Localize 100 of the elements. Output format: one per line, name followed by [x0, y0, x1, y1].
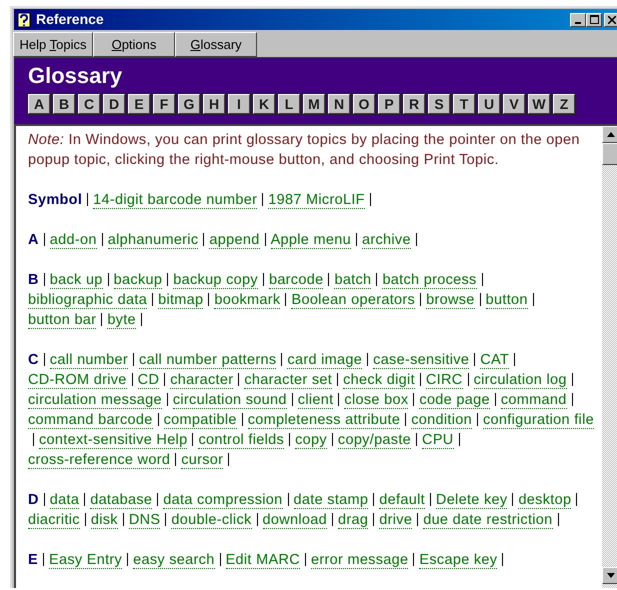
scroll-thumb[interactable]: [602, 143, 617, 165]
letter-button[interactable]: D: [103, 94, 125, 114]
letter-button[interactable]: C: [78, 94, 100, 114]
glossary-link[interactable]: due date restriction: [423, 512, 553, 529]
letter-button[interactable]: U: [478, 94, 500, 114]
glossary-link[interactable]: default: [379, 492, 425, 509]
glossary-link[interactable]: Delete key: [436, 492, 508, 509]
glossary-link[interactable]: data compression: [163, 492, 283, 509]
toolbar-button[interactable]: Help Topics: [13, 32, 93, 57]
glossary-link[interactable]: Easy Entry: [48, 552, 122, 569]
glossary-link[interactable]: compatible: [164, 412, 237, 429]
glossary-link[interactable]: close box: [344, 392, 408, 409]
glossary-link[interactable]: 14-digit barcode number: [93, 192, 258, 209]
letter-button[interactable]: E: [128, 94, 150, 114]
glossary-link[interactable]: error message: [311, 552, 408, 569]
glossary-link[interactable]: CD: [138, 372, 160, 389]
glossary-link[interactable]: CD-ROM drive: [28, 372, 127, 389]
glossary-link[interactable]: batch: [334, 272, 372, 289]
glossary-link[interactable]: cursor: [181, 452, 224, 469]
glossary-link[interactable]: context-sensitive Help: [39, 432, 188, 449]
glossary-link[interactable]: append: [209, 232, 260, 249]
letter-button[interactable]: W: [528, 94, 550, 114]
letter-button[interactable]: P: [378, 94, 400, 114]
letter-button[interactable]: T: [453, 94, 475, 114]
glossary-link[interactable]: client: [298, 392, 334, 409]
letter-button[interactable]: S: [428, 94, 450, 114]
letter-button[interactable]: V: [503, 94, 525, 114]
glossary-link[interactable]: drive: [379, 512, 412, 529]
close-button[interactable]: [604, 12, 617, 26]
glossary-link[interactable]: disk: [90, 512, 118, 529]
glossary-link[interactable]: back up: [50, 272, 103, 289]
scroll-up-button[interactable]: [602, 126, 617, 143]
glossary-link[interactable]: batch process: [382, 272, 477, 289]
glossary-link[interactable]: database: [90, 492, 152, 509]
toolbar-button[interactable]: Options: [93, 32, 175, 57]
glossary-link[interactable]: bibliographic data: [28, 292, 148, 309]
glossary-link[interactable]: bitmap: [158, 292, 204, 309]
glossary-link[interactable]: CAT: [480, 352, 510, 369]
glossary-link[interactable]: command: [500, 392, 567, 409]
toolbar-button[interactable]: Glossary: [175, 32, 257, 57]
glossary-link[interactable]: browse: [426, 292, 475, 309]
letter-button[interactable]: M: [303, 94, 325, 114]
glossary-link[interactable]: download: [262, 512, 328, 529]
letter-button[interactable]: O: [353, 94, 375, 114]
letter-button[interactable]: G: [178, 94, 200, 114]
glossary-link[interactable]: circulation sound: [172, 392, 287, 409]
glossary-link[interactable]: check digit: [343, 372, 415, 389]
glossary-link[interactable]: copy/paste: [338, 432, 412, 449]
glossary-link[interactable]: completeness attribute: [248, 412, 400, 429]
minimize-button[interactable]: [570, 12, 586, 26]
glossary-link[interactable]: code page: [419, 392, 490, 409]
glossary-link[interactable]: add-on: [50, 232, 97, 249]
letter-button[interactable]: K: [253, 94, 275, 114]
letter-button[interactable]: A: [28, 94, 50, 114]
letter-button[interactable]: F: [153, 94, 175, 114]
glossary-link[interactable]: button: [486, 292, 528, 309]
glossary-link[interactable]: circulation log: [474, 372, 567, 389]
glossary-link[interactable]: date stamp: [294, 492, 368, 509]
glossary-link[interactable]: character set: [244, 372, 332, 389]
glossary-link[interactable]: DNS: [128, 512, 160, 529]
glossary-link[interactable]: CPU: [422, 432, 454, 449]
letter-button[interactable]: I: [228, 94, 250, 114]
letter-button[interactable]: Z: [553, 94, 575, 114]
glossary-link[interactable]: character: [170, 372, 234, 389]
glossary-link[interactable]: backup copy: [173, 272, 258, 289]
glossary-link[interactable]: condition: [411, 412, 472, 429]
glossary-link[interactable]: cross-reference word: [28, 452, 170, 469]
letter-button[interactable]: B: [53, 94, 75, 114]
glossary-link[interactable]: Escape key: [419, 552, 498, 569]
glossary-link[interactable]: button bar: [28, 312, 96, 329]
letter-button[interactable]: L: [278, 94, 300, 114]
glossary-link[interactable]: Apple menu: [270, 232, 351, 249]
glossary-link[interactable]: byte: [107, 312, 136, 329]
maximize-button[interactable]: [586, 12, 602, 26]
glossary-link[interactable]: call number patterns: [139, 352, 276, 369]
scroll-down-button[interactable]: [602, 567, 617, 584]
letter-button[interactable]: N: [328, 94, 350, 114]
glossary-link[interactable]: Boolean operators: [291, 292, 416, 309]
glossary-link[interactable]: control fields: [198, 432, 284, 449]
glossary-link[interactable]: copy: [295, 432, 327, 449]
glossary-link[interactable]: easy search: [133, 552, 215, 569]
glossary-link[interactable]: configuration file: [482, 412, 594, 429]
glossary-link[interactable]: circulation message: [28, 392, 162, 409]
scrollbar[interactable]: [602, 126, 617, 588]
glossary-link[interactable]: drag: [338, 512, 368, 529]
glossary-link[interactable]: call number: [50, 352, 128, 369]
glossary-link[interactable]: data: [50, 492, 80, 509]
glossary-link[interactable]: card image: [287, 352, 362, 369]
glossary-link[interactable]: command barcode: [28, 412, 153, 429]
glossary-link[interactable]: case-sensitive: [373, 352, 470, 369]
glossary-link[interactable]: Edit MARC: [226, 552, 300, 569]
glossary-link[interactable]: bookmark: [214, 292, 280, 309]
glossary-link[interactable]: desktop: [518, 492, 572, 509]
glossary-link[interactable]: CIRC: [426, 372, 463, 389]
glossary-link[interactable]: diacritic: [28, 512, 80, 529]
letter-button[interactable]: H: [203, 94, 225, 114]
glossary-link[interactable]: alphanumeric: [108, 232, 198, 249]
glossary-link[interactable]: archive: [362, 232, 411, 249]
letter-button[interactable]: R: [403, 94, 425, 114]
glossary-link[interactable]: barcode: [268, 272, 324, 289]
